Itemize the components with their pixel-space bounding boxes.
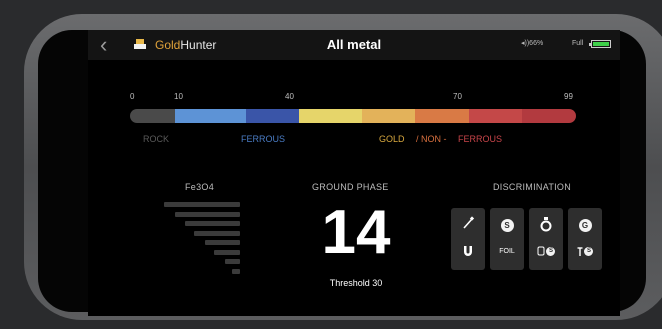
scale-segment [468, 109, 523, 123]
scale-tick: 40 [285, 92, 294, 101]
scale-tick: 99 [564, 92, 573, 101]
ring-icon [540, 217, 552, 232]
discrimination-title: DISCRIMINATION [493, 182, 572, 192]
battery-label: Full [572, 40, 584, 47]
magnet-icon [464, 246, 472, 256]
gold-coin-icon: G [578, 219, 592, 232]
fe3o4-level-bar [164, 202, 240, 207]
scale-segment [361, 109, 416, 123]
scale-segment [299, 109, 362, 123]
scale-segment [130, 109, 175, 123]
scale-segment [174, 109, 246, 123]
app-screen: ‹ GoldHunter All metal ◂))66% Full 0 10 … [88, 30, 620, 316]
zone-label-rock: ROCK [143, 134, 170, 144]
fe3o4-level-bar [214, 249, 240, 255]
fe3o4-title: Fe3O4 [185, 182, 215, 192]
disc-item-nail-magnet[interactable] [451, 208, 485, 270]
nail-icon [463, 216, 475, 229]
fe3o4-level-bar [224, 259, 240, 264]
disc-item-ring-can[interactable]: S [529, 208, 563, 270]
scale-segment [415, 109, 469, 123]
small-coin-icon: S [584, 246, 594, 256]
fe3o4-level-bar [232, 268, 240, 274]
scale-tick: 0 [130, 92, 135, 101]
zone-label-nonferrous: FERROUS [458, 134, 503, 144]
can-icon [537, 246, 545, 256]
fe3o4-level-bar [174, 211, 240, 217]
zone-label-gold: GOLD [379, 134, 405, 144]
fe3o4-level-bar [205, 240, 240, 245]
pulltab-icon [577, 247, 583, 256]
zone-label-non: / NON - [416, 134, 447, 144]
scale-tick: 70 [453, 92, 462, 101]
coin-icon: S [500, 219, 514, 232]
ground-phase-title: GROUND PHASE [312, 182, 389, 192]
threshold-label: Threshold 30 [329, 278, 383, 288]
scale-segment [245, 109, 300, 123]
scale-segment [522, 109, 576, 123]
disc-item-gold-coin-pulltab[interactable]: G S [568, 208, 602, 270]
scale-tick: 10 [174, 92, 183, 101]
foil-label: FOIL [499, 248, 515, 255]
zone-label-ferrous: FERROUS [241, 134, 286, 144]
fe3o4-level-bar [185, 221, 240, 226]
disc-item-coin-foil[interactable]: S FOIL [490, 208, 524, 270]
target-id-scale-bar [130, 109, 576, 123]
battery-icon [589, 40, 611, 48]
fe3o4-level-bar [194, 230, 240, 236]
ground-phase-value: 14 [321, 198, 391, 267]
top-bar: ‹ GoldHunter All metal ◂))66% Full [88, 30, 620, 60]
volume-indicator: ◂))66% [521, 40, 544, 47]
small-coin-icon: S [546, 246, 556, 256]
